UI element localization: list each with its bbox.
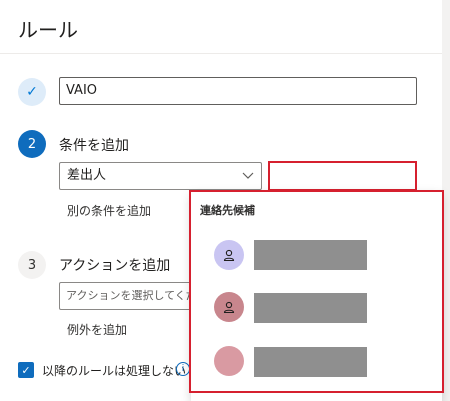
contact-avatar-1[interactable]: [214, 240, 244, 270]
sender-input-highlight[interactable]: [268, 161, 417, 191]
info-icon[interactable]: i: [176, 362, 190, 376]
condition-value: 差出人: [67, 168, 107, 183]
contact-avatar-3[interactable]: [214, 346, 244, 376]
rule-name-input[interactable]: VAIO: [59, 77, 417, 105]
popup-title: 連絡先候補: [200, 204, 255, 217]
condition-select[interactable]: 差出人: [59, 162, 262, 190]
person-icon: [223, 249, 235, 262]
step-3-label: アクションを追加: [59, 258, 171, 274]
step-3-indicator: 3: [18, 251, 46, 279]
check-icon: ✓: [26, 84, 38, 100]
title-divider: [0, 53, 442, 54]
step-2-indicator: 2: [18, 130, 46, 158]
checkmark-icon: ✓: [21, 363, 31, 377]
contact-name-redacted-2[interactable]: [254, 293, 367, 323]
step-2-label: 条件を追加: [59, 138, 129, 154]
stop-processing-label: 以降のルールは処理しない: [42, 364, 187, 378]
add-exception-link[interactable]: 例外を追加: [67, 321, 127, 338]
stop-processing-checkbox[interactable]: ✓: [18, 362, 34, 378]
page-title: ルール: [18, 18, 78, 42]
contact-name-redacted-1[interactable]: [254, 240, 367, 270]
contact-name-redacted-3[interactable]: [254, 347, 367, 377]
person-icon: [223, 301, 235, 314]
contact-avatar-2[interactable]: [214, 292, 244, 322]
step-1-complete-indicator: ✓: [18, 78, 46, 106]
add-condition-link[interactable]: 別の条件を追加: [67, 202, 151, 219]
